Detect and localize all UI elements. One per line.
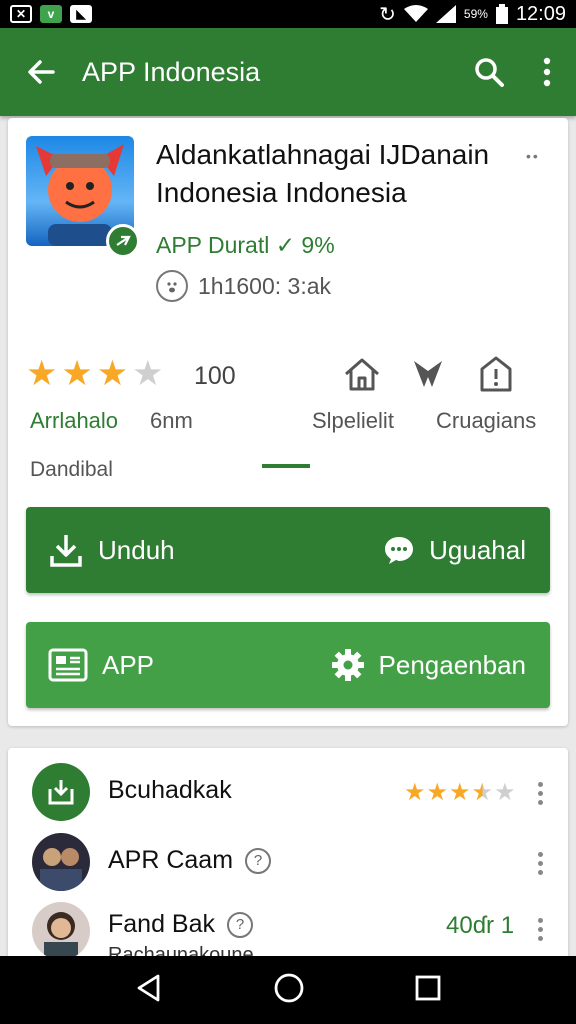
list-item[interactable]: Fand Bak ? 40ɗr 1 [8,894,568,960]
rating-stars: ★ ★ ★ ★ [26,356,164,392]
download-badge-icon [48,780,74,805]
chat-bubble-icon [385,537,414,564]
app-bar: APP Indonesia [0,28,576,116]
nav-home-button[interactable] [273,972,305,1009]
settings-button-label: Pengaenban [378,649,526,680]
star-icon: ★ [404,779,426,806]
related-list-card: Bcuhadkak ★ ★ ★ ★ ★ APR Caam ? Fand Bak … [8,748,568,968]
size-label: 6nm [150,408,193,433]
system-nav-bar [0,956,576,1024]
star-icon: ★ [61,354,93,393]
triangle-back-icon [137,974,160,1001]
app-button-row: APP Pengaenban [26,622,550,708]
downloads-label: Dandibal [30,458,113,481]
install-button-row: Unduh Uguahal [26,507,550,593]
content-rating-icon [156,270,188,302]
install-button[interactable]: Unduh [26,507,383,593]
search-button[interactable] [460,28,518,116]
star-half-icon: ★ [471,779,494,806]
stat2-label: Cruagians [436,408,537,433]
item-menu-icon[interactable] [534,782,546,805]
search-icon [475,58,504,87]
list-item-name: Fand Bak ? [108,910,254,939]
circle-home-icon [274,973,304,1002]
verified-badge-icon [106,224,140,258]
nav-recents-button[interactable] [414,974,442,1007]
chat-button-label: Uguahal [429,534,526,565]
status-bar: ✕ v ◣ ↻ 59% 12:09 [0,0,576,28]
app-name: Aldankatlahnagai IJDanain Indonesia Indo… [156,139,490,208]
x-box-icon: ✕ [10,5,32,23]
avatar [32,763,90,821]
messaging-icon: v [40,5,62,23]
overflow-menu-button[interactable] [518,28,576,116]
notification-icon: ◣ [70,5,92,23]
list-item-value: 40ɗr 1 [446,912,515,939]
star-icon: ★ [96,354,129,393]
help-icon[interactable]: ? [227,911,254,938]
app-size: 1h1600: 3:ak [198,272,332,299]
page-title: APP Indonesia [82,56,261,87]
more-dots-icon[interactable]: •• [526,148,540,164]
list-item-stars: ★ ★ ★ ★ ★ [404,778,516,807]
clock: 12:09 [515,2,566,25]
help-icon[interactable]: ? [245,847,272,874]
item-menu-icon[interactable] [534,852,546,875]
wifi-icon [403,5,428,22]
battery-percent: 59% [463,7,488,21]
app-button-label: APP [102,649,155,680]
download-icon [50,535,82,567]
store-icon [476,354,516,394]
star-empty-icon: ★ [494,779,516,806]
stat1-label: Slpelielit [312,408,394,433]
star-icon: ★ [449,779,471,806]
list-item-name: Bcuhadkak [108,776,232,804]
star-icon: ★ [426,779,449,806]
app-card-icon [48,648,88,682]
list-item[interactable]: Bcuhadkak ★ ★ ★ ★ ★ [8,760,568,824]
tag-icon [408,354,448,394]
chat-button[interactable]: Uguahal [383,507,550,593]
signal-icon [435,5,456,23]
list-item[interactable]: APR Caam ? [8,830,568,894]
app-size-row: 1h1600: 3:ak [156,270,331,302]
install-button-label: Unduh [98,534,175,565]
avatar [32,833,90,891]
app-detail-card: Aldankatlahnagai IJDanain Indonesia Indo… [8,118,568,726]
item-menu-icon[interactable] [534,918,546,941]
rating-count: 100 [194,362,236,390]
home-icon [342,354,382,394]
rating-label: Arrlahalo [30,408,119,433]
tab-indicator [262,464,310,468]
battery-icon [495,4,508,24]
sync-icon: ↻ [379,3,396,26]
nav-back-button[interactable] [134,973,164,1008]
gear-icon [331,649,364,681]
app-button[interactable]: APP [26,622,331,708]
square-recents-icon [415,975,441,1000]
app-developer[interactable]: APP Duratl ✓ 9% [156,232,335,259]
settings-button[interactable]: Pengaenban [331,622,550,708]
more-vert-icon [543,57,551,87]
star-icon: ★ [26,354,58,393]
star-empty-icon: ★ [132,354,164,393]
back-button[interactable] [0,28,82,116]
list-item-name: APR Caam ? [108,846,272,875]
avatar [32,902,90,960]
arrow-back-icon [28,60,55,84]
